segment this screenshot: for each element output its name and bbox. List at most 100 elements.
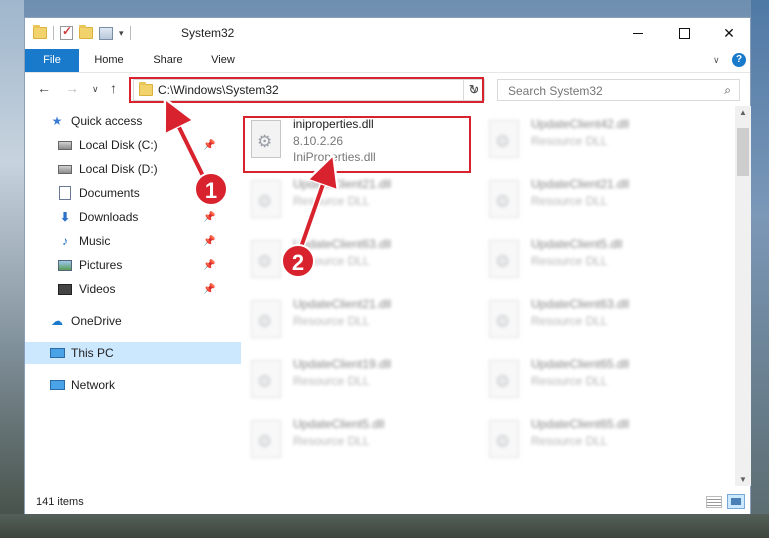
chevron-down-icon[interactable]: ▾ (119, 28, 124, 39)
file-item[interactable]: UpdateClient65.dll Resource DLL (483, 414, 708, 470)
file-name: UpdateClient21.dll (293, 297, 392, 311)
sidebar-item-pictures[interactable]: Pictures 📌 (25, 254, 249, 276)
search-input[interactable] (506, 83, 710, 99)
pin-icon[interactable]: 📌 (203, 284, 215, 295)
music-note-icon: ♪ (62, 234, 68, 248)
file-item[interactable]: UpdateClient5.dll Resource DLL (245, 414, 470, 470)
tab-file[interactable]: File (25, 49, 79, 72)
status-bar: 141 items (25, 490, 750, 514)
ribbon-tabs: File Home Share View ∨ ? (25, 49, 750, 73)
close-button[interactable]: ✕ (706, 18, 752, 49)
tab-view[interactable]: View (200, 49, 246, 72)
pin-icon[interactable]: 📌 (203, 236, 215, 247)
file-description: Resource DLL (531, 194, 608, 208)
sidebar-item-label: Local Disk (C:) (79, 138, 158, 152)
file-item[interactable]: UpdateClient42.dll Resource DLL (483, 114, 708, 170)
local-disk-icon (58, 164, 72, 174)
desktop-background-bottom (0, 514, 769, 538)
file-name: UpdateClient65.dll (531, 357, 630, 371)
sidebar-item-label: This PC (71, 346, 114, 360)
scroll-up-icon[interactable]: ▲ (735, 108, 751, 117)
details-view-icon[interactable] (706, 496, 722, 508)
pictures-icon-wrap (57, 258, 73, 272)
sidebar-item-network[interactable]: Network (25, 374, 241, 396)
sidebar-item-label: Videos (79, 282, 116, 296)
search-box[interactable]: ⌕ (497, 79, 740, 101)
file-version: 8.10.2.26 (293, 134, 344, 148)
documents-icon (59, 186, 71, 200)
tab-share[interactable]: Share (143, 49, 193, 72)
minimize-button[interactable] (615, 18, 661, 49)
maximize-button[interactable] (661, 18, 707, 49)
file-item[interactable]: UpdateClient63.dll Resource DLL (483, 294, 708, 350)
dll-file-icon (489, 240, 519, 278)
forward-arrow-icon[interactable]: → (65, 80, 79, 96)
folder-icon (33, 25, 47, 39)
toolbar-divider (129, 26, 131, 40)
file-item[interactable]: UpdateClient5.dll Resource DLL (483, 234, 708, 290)
local-disk-icon (58, 140, 72, 150)
dll-file-icon (251, 360, 281, 398)
search-icon[interactable]: ⌕ (724, 83, 731, 98)
properties-check-icon[interactable] (60, 24, 73, 40)
file-item[interactable]: UpdateClient19.dll Resource DLL (245, 354, 470, 410)
address-path[interactable]: C:\Windows\System32 (158, 83, 279, 97)
pin-icon[interactable]: 📌 (203, 212, 215, 223)
properties-icon[interactable] (99, 26, 113, 40)
tile-glyph (731, 498, 741, 505)
sidebar-item-label: Network (71, 378, 116, 392)
file-item[interactable]: UpdateClient21.dll Resource DLL (245, 174, 470, 230)
window-title: System32 (181, 26, 235, 40)
large-icons-view-icon[interactable] (727, 494, 745, 509)
expand-ribbon-chevron-icon[interactable]: ∨ (713, 55, 720, 66)
maximize-icon (678, 28, 690, 39)
refresh-icon[interactable]: ↻ (463, 79, 485, 101)
sidebar-item-videos[interactable]: Videos 📌 (25, 278, 249, 300)
file-item-iniproperties[interactable]: iniproperties.dll 8.10.2.26 IniPropertie… (245, 114, 470, 170)
new-folder-icon[interactable] (79, 25, 93, 39)
sidebar-item-quick-access[interactable]: ★ Quick access (25, 110, 241, 132)
quick-access-toolbar: ▾ (33, 24, 131, 40)
navigation-pane: ★ Quick access Local Disk (C:) 📌 Local D… (25, 106, 241, 486)
dll-file-icon (489, 360, 519, 398)
sidebar-item-onedrive[interactable]: ☁ OneDrive (25, 310, 241, 332)
file-item[interactable]: UpdateClient65.dll Resource DLL (483, 354, 708, 410)
computer-icon (49, 348, 65, 358)
pin-icon[interactable]: 📌 (203, 260, 215, 271)
sidebar-item-label: Documents (79, 186, 140, 200)
disk-icon-wrap (57, 162, 73, 176)
desktop-background-left (0, 0, 24, 538)
sidebar-item-music[interactable]: ♪ Music 📌 (25, 230, 249, 252)
recent-locations-chevron-icon[interactable]: ∨ (92, 84, 99, 95)
sidebar-item-this-pc[interactable]: This PC (25, 342, 241, 364)
minimize-icon (633, 33, 643, 34)
scrollbar-thumb[interactable] (737, 128, 749, 176)
file-item[interactable]: UpdateClient21.dll Resource DLL (245, 294, 470, 350)
vertical-scrollbar[interactable]: ▲ ▼ (735, 106, 751, 486)
dll-file-icon (251, 180, 281, 218)
file-item[interactable]: UpdateClient63.dll Resource DLL (245, 234, 470, 290)
close-icon: ✕ (723, 25, 735, 41)
tab-home[interactable]: Home (83, 49, 135, 72)
file-description: Resource DLL (531, 134, 608, 148)
sidebar-item-downloads[interactable]: ⬇ Downloads 📌 (25, 206, 249, 228)
file-item[interactable]: UpdateClient21.dll Resource DLL (483, 174, 708, 230)
documents-icon-wrap (57, 186, 73, 200)
dll-file-icon (251, 240, 281, 278)
sidebar-item-label: Local Disk (D:) (79, 162, 158, 176)
file-description: Resource DLL (293, 194, 370, 208)
desktop-background-right (751, 0, 769, 538)
file-name: UpdateClient63.dll (531, 297, 630, 311)
file-list-pane: iniproperties.dll 8.10.2.26 IniPropertie… (220, 106, 736, 486)
sidebar-item-label: OneDrive (71, 314, 122, 328)
help-icon[interactable]: ? (732, 53, 746, 67)
scroll-down-icon[interactable]: ▼ (735, 475, 751, 484)
back-arrow-icon[interactable]: ← (37, 80, 51, 96)
sidebar-item-local-disk-c[interactable]: Local Disk (C:) 📌 (25, 134, 249, 156)
pin-icon[interactable]: 📌 (203, 140, 215, 151)
up-arrow-icon[interactable]: ↑ (110, 80, 117, 96)
sidebar-item-label: Quick access (71, 114, 143, 128)
file-name: UpdateClient19.dll (293, 357, 392, 371)
download-arrow-icon: ⬇ (59, 210, 71, 224)
address-bar[interactable]: C:\Windows\System32 ∨ (133, 79, 485, 101)
